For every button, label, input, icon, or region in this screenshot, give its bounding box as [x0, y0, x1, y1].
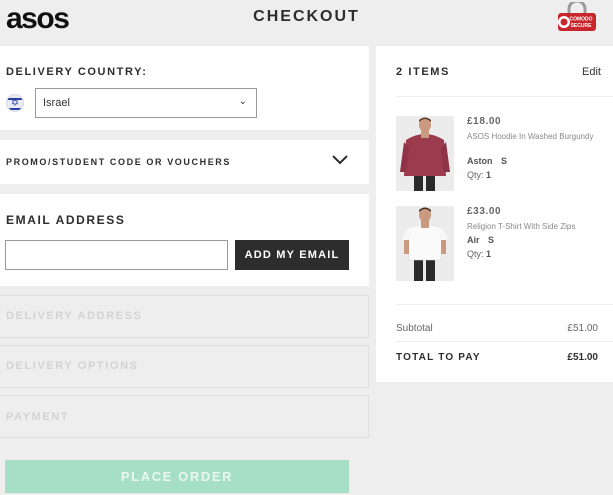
payment-label: PAYMENT: [6, 411, 70, 423]
item-qty: Qty: 1: [467, 249, 491, 259]
promo-label: PROMO/STUDENT CODE OR VOUCHERS: [6, 157, 232, 167]
product-image-hoodie[interactable]: [396, 116, 454, 191]
item-name[interactable]: Religion T-Shirt With Side Zips: [467, 221, 597, 232]
edit-link[interactable]: Edit: [582, 66, 601, 78]
qty-label: Qty:: [467, 170, 484, 180]
add-email-button[interactable]: ADD MY EMAIL: [235, 240, 349, 270]
qty-label: Qty:: [467, 249, 484, 259]
qty-value: 1: [486, 170, 492, 180]
delivery-options-label: DELIVERY OPTIONS: [6, 360, 139, 372]
item-variant: Aston S: [467, 156, 507, 166]
page-title: CHECKOUT: [253, 8, 360, 25]
divider: [396, 96, 613, 97]
divider: [396, 304, 613, 305]
item-size: S: [488, 235, 495, 245]
item-colour: Air: [467, 235, 480, 245]
country-select[interactable]: Israel ⌄: [35, 88, 257, 118]
badge-text-2: SECURE: [571, 23, 593, 29]
divider: [396, 341, 613, 342]
subtotal-value: £51.00: [567, 323, 598, 334]
israel-flag-icon: ✡: [6, 94, 24, 112]
comodo-secure-badge: COMODO SECURE: [558, 2, 596, 31]
item-colour: Aston: [467, 156, 493, 166]
country-select-value: Israel: [43, 97, 70, 109]
delivery-country-label: DELIVERY COUNTRY:: [6, 66, 148, 78]
email-label: EMAIL ADDRESS: [6, 213, 126, 227]
item-price: £33.00: [467, 206, 502, 217]
item-price: £18.00: [467, 116, 502, 127]
delivery-address-label: DELIVERY ADDRESS: [6, 310, 143, 322]
email-field[interactable]: [5, 240, 228, 270]
badge-text-1: COMODO: [569, 17, 592, 23]
total-label: TOTAL TO PAY: [396, 352, 481, 363]
total-value: £51.00: [567, 352, 598, 363]
item-variant: Air S: [467, 235, 494, 245]
chevron-down-icon: ⌄: [238, 96, 247, 107]
item-size: S: [501, 156, 508, 166]
items-count-title: 2 ITEMS: [396, 66, 450, 78]
item-name[interactable]: ASOS Hoodie In Washed Burgundy: [467, 131, 597, 142]
chevron-down-icon[interactable]: [332, 152, 348, 168]
item-qty: Qty: 1: [467, 170, 491, 180]
qty-value: 1: [486, 249, 492, 259]
subtotal-label: Subtotal: [396, 323, 433, 334]
product-image-tshirt[interactable]: [396, 206, 454, 281]
place-order-button[interactable]: PLACE ORDER: [5, 460, 349, 493]
